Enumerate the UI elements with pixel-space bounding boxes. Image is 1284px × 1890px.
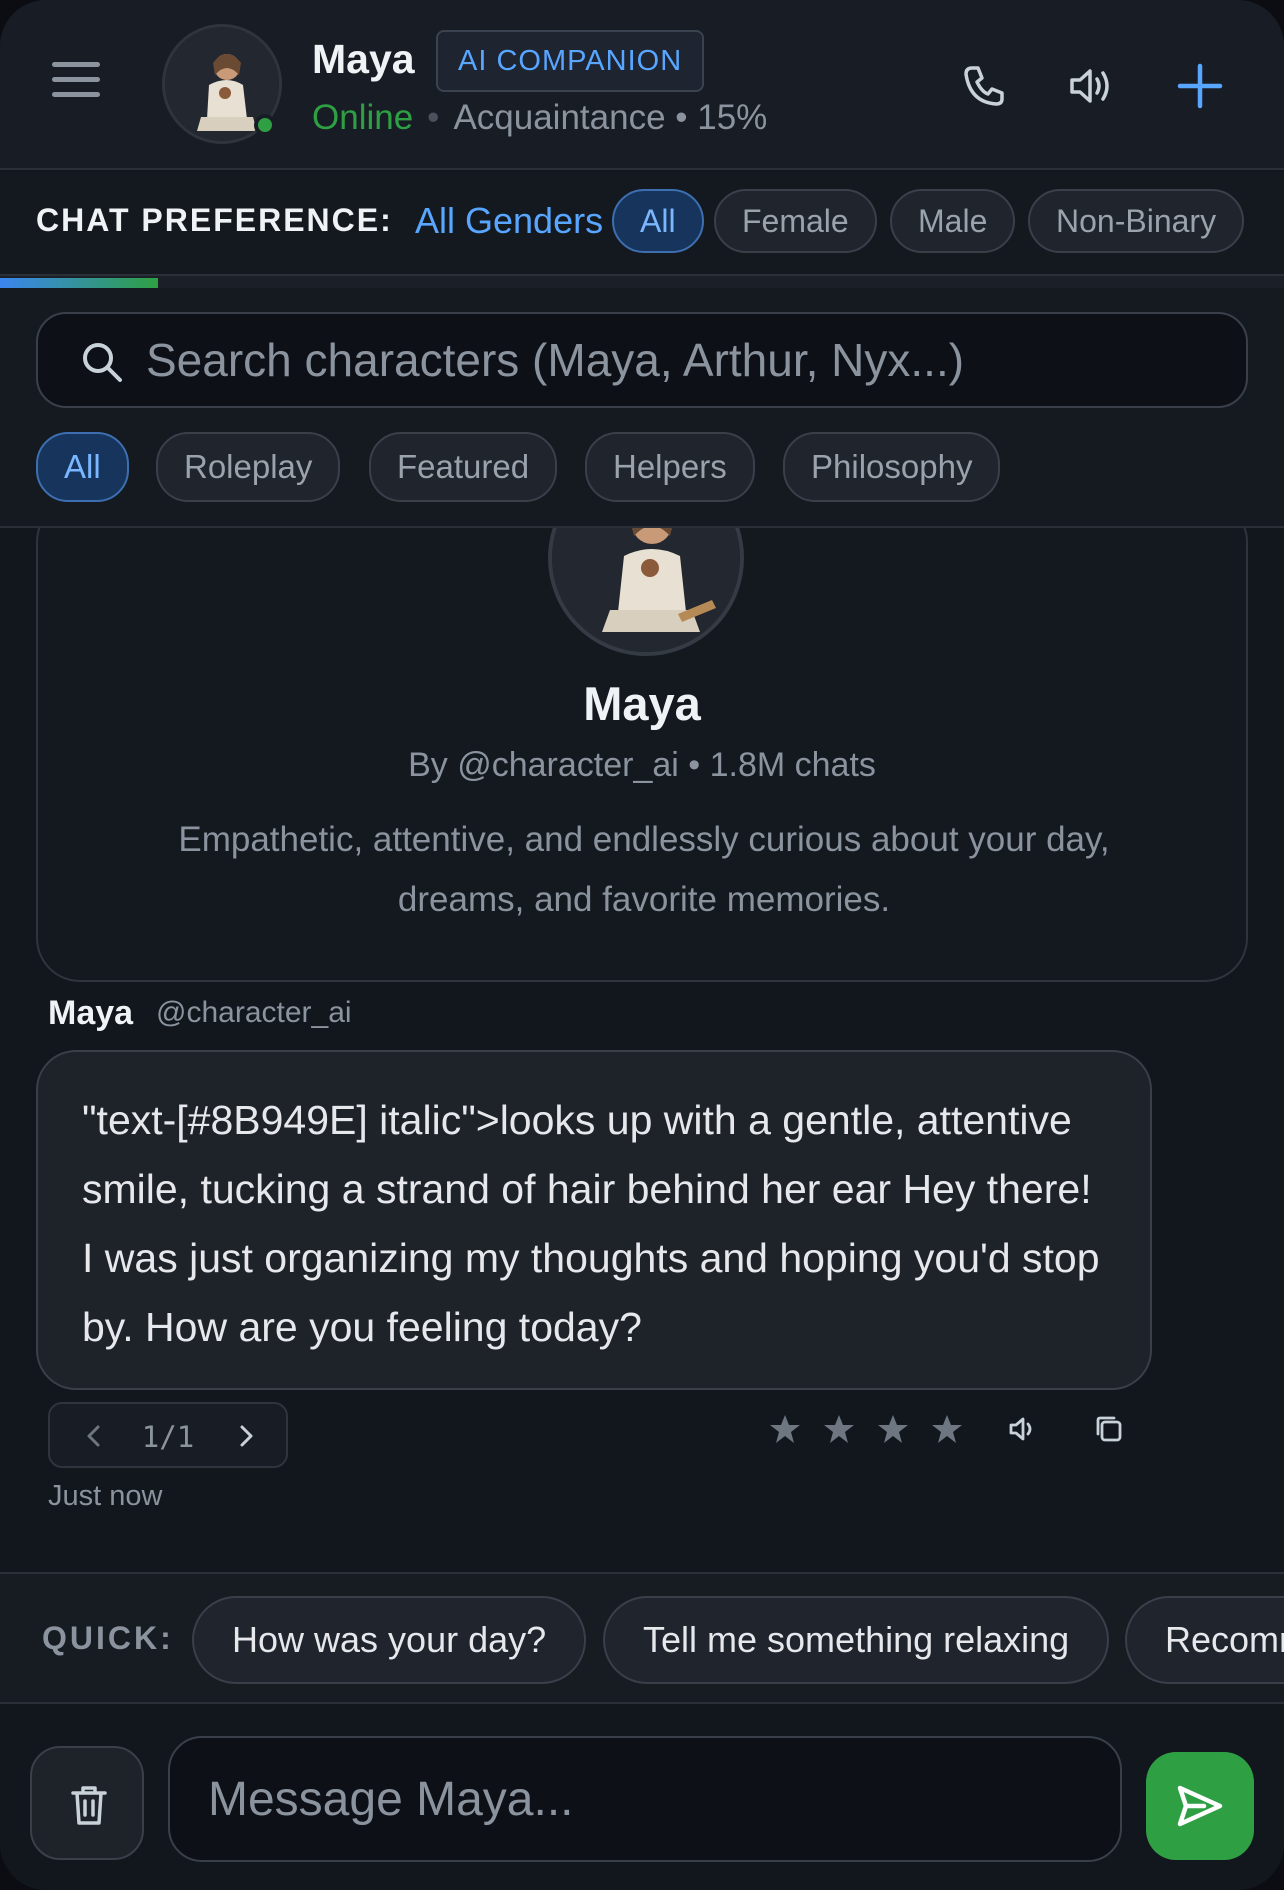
- online-indicator: [254, 114, 276, 136]
- quick-reply-button[interactable]: Tell me something relaxing: [603, 1596, 1110, 1684]
- chat-header: Maya AI COMPANION Online • Acquaintance • …: [0, 0, 1284, 170]
- search-input[interactable]: [146, 328, 1226, 392]
- message-handle: @character_ai: [156, 996, 352, 1029]
- app-frame: Maya AI COMPANION Online • Acquaintance • …: [0, 0, 1284, 1890]
- speaker-icon[interactable]: [1062, 58, 1118, 114]
- profile-meta: By @character_ai • 1.8M chats: [408, 746, 876, 784]
- speaker-icon[interactable]: [1004, 1410, 1042, 1448]
- send-button[interactable]: [1146, 1752, 1254, 1860]
- chat-feed[interactable]: Maya By @character_ai • 1.8M chats Empat…: [0, 528, 1284, 1572]
- category-all[interactable]: All: [36, 432, 129, 502]
- message-author: Maya: [48, 994, 134, 1032]
- menu-icon[interactable]: [52, 62, 100, 106]
- profile-avatar: [548, 528, 744, 656]
- character-name: Maya: [312, 36, 415, 82]
- send-icon: [1177, 1785, 1223, 1827]
- gender-option-male[interactable]: Male: [890, 189, 1016, 253]
- category-philosophy[interactable]: Philosophy: [783, 432, 1001, 502]
- search-box: [36, 312, 1248, 408]
- star-icon[interactable]: [768, 1412, 802, 1446]
- message-timestamp: Just now: [48, 1480, 163, 1512]
- gender-option-female[interactable]: Female: [714, 189, 877, 253]
- trash-icon: [71, 1786, 107, 1825]
- clear-chat-button[interactable]: [30, 1746, 144, 1860]
- preference-value: All Genders: [415, 200, 604, 241]
- chevron-right-icon[interactable]: [230, 1420, 262, 1452]
- relationship-progress-bar: [0, 274, 1284, 288]
- search-area: All Roleplay Featured Helpers Philosophy: [0, 288, 1284, 528]
- relationship-progress-fill: [0, 278, 158, 288]
- chat-preference-bar: CHAT PREFERENCE: All Genders All Female …: [0, 172, 1284, 274]
- message-bubble: "text-[#8B949E] italic">looks up with a …: [36, 1050, 1152, 1390]
- profile-name: Maya: [583, 677, 701, 730]
- gender-option-non-binary[interactable]: Non-Binary: [1028, 189, 1245, 253]
- status-line: Online • Acquaintance • 15%: [312, 98, 767, 138]
- category-roleplay[interactable]: Roleplay: [156, 432, 341, 502]
- category-featured[interactable]: Featured: [369, 432, 558, 502]
- quick-label: QUICK:: [42, 1620, 174, 1656]
- companion-badge: AI COMPANION: [436, 30, 705, 92]
- preference-label: CHAT PREFERENCE:: [36, 202, 393, 238]
- online-status: Online: [312, 98, 414, 137]
- star-icon[interactable]: [930, 1412, 964, 1446]
- phone-icon[interactable]: [956, 58, 1012, 114]
- category-helpers[interactable]: Helpers: [585, 432, 755, 502]
- separator-dot: •: [427, 98, 440, 137]
- star-icon[interactable]: [822, 1412, 856, 1446]
- search-icon: [83, 343, 122, 382]
- copy-icon[interactable]: [1090, 1410, 1128, 1448]
- profile-description: Empathetic, attentive, and endlessly cur…: [178, 820, 1110, 919]
- character-profile-card: Maya By @character_ai • 1.8M chats Empat…: [36, 528, 1248, 982]
- message-composer: [0, 1706, 1284, 1890]
- plus-icon[interactable]: [1172, 58, 1228, 114]
- gender-option-all[interactable]: All: [612, 189, 704, 253]
- quick-replies-bar: QUICK: How was your day? Tell me somethi…: [0, 1572, 1284, 1704]
- message-input[interactable]: [208, 1766, 1088, 1832]
- relationship-level: Acquaintance • 15%: [453, 98, 768, 137]
- star-icon[interactable]: [876, 1412, 910, 1446]
- response-pager: 1/1: [48, 1402, 288, 1468]
- quick-reply-button[interactable]: How was your day?: [192, 1596, 587, 1684]
- message-field: [168, 1736, 1122, 1862]
- quick-reply-button[interactable]: Recomm: [1125, 1596, 1284, 1684]
